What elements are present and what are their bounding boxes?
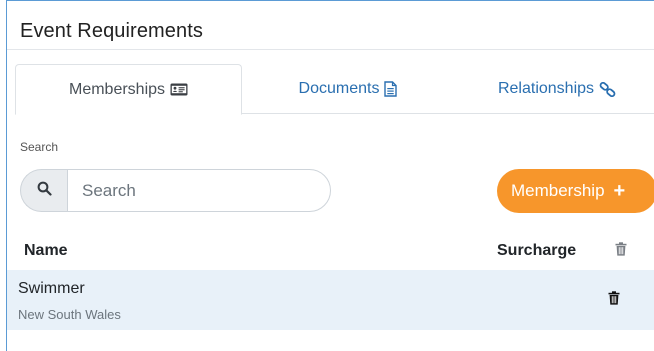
table-row[interactable]: Swimmer New South Wales: [7, 270, 654, 330]
tab-bar: Memberships Documents Relationships: [15, 64, 654, 115]
plus-icon: +: [613, 180, 626, 202]
search-icon: [37, 181, 52, 201]
column-header-name: Name: [24, 242, 68, 259]
row-subtitle: New South Wales: [18, 307, 121, 322]
tab-relationships[interactable]: Relationships: [467, 64, 647, 114]
tab-relationships-label: Relationships: [497, 80, 595, 97]
trash-icon: [615, 242, 627, 261]
tab-documents-label: Documents: [298, 80, 380, 97]
trash-icon[interactable]: [608, 291, 620, 310]
tab-memberships[interactable]: Memberships: [15, 64, 242, 115]
search-label: Search: [20, 140, 59, 154]
column-header-surcharge: Surcharge: [497, 242, 577, 259]
header-divider: [7, 49, 654, 50]
tab-memberships-label: Memberships: [68, 80, 166, 98]
document-icon: [384, 81, 398, 97]
search-group: [20, 169, 331, 212]
panel-title: Event Requirements: [20, 20, 204, 42]
add-membership-label: Membership: [511, 181, 605, 200]
id-card-icon: [170, 83, 188, 96]
search-addon: [20, 169, 67, 212]
add-membership-button[interactable]: Membership +: [497, 169, 654, 213]
row-name: Swimmer: [18, 280, 85, 297]
search-input[interactable]: [67, 169, 331, 212]
link-icon: [599, 81, 616, 97]
tab-documents[interactable]: Documents: [273, 64, 423, 114]
